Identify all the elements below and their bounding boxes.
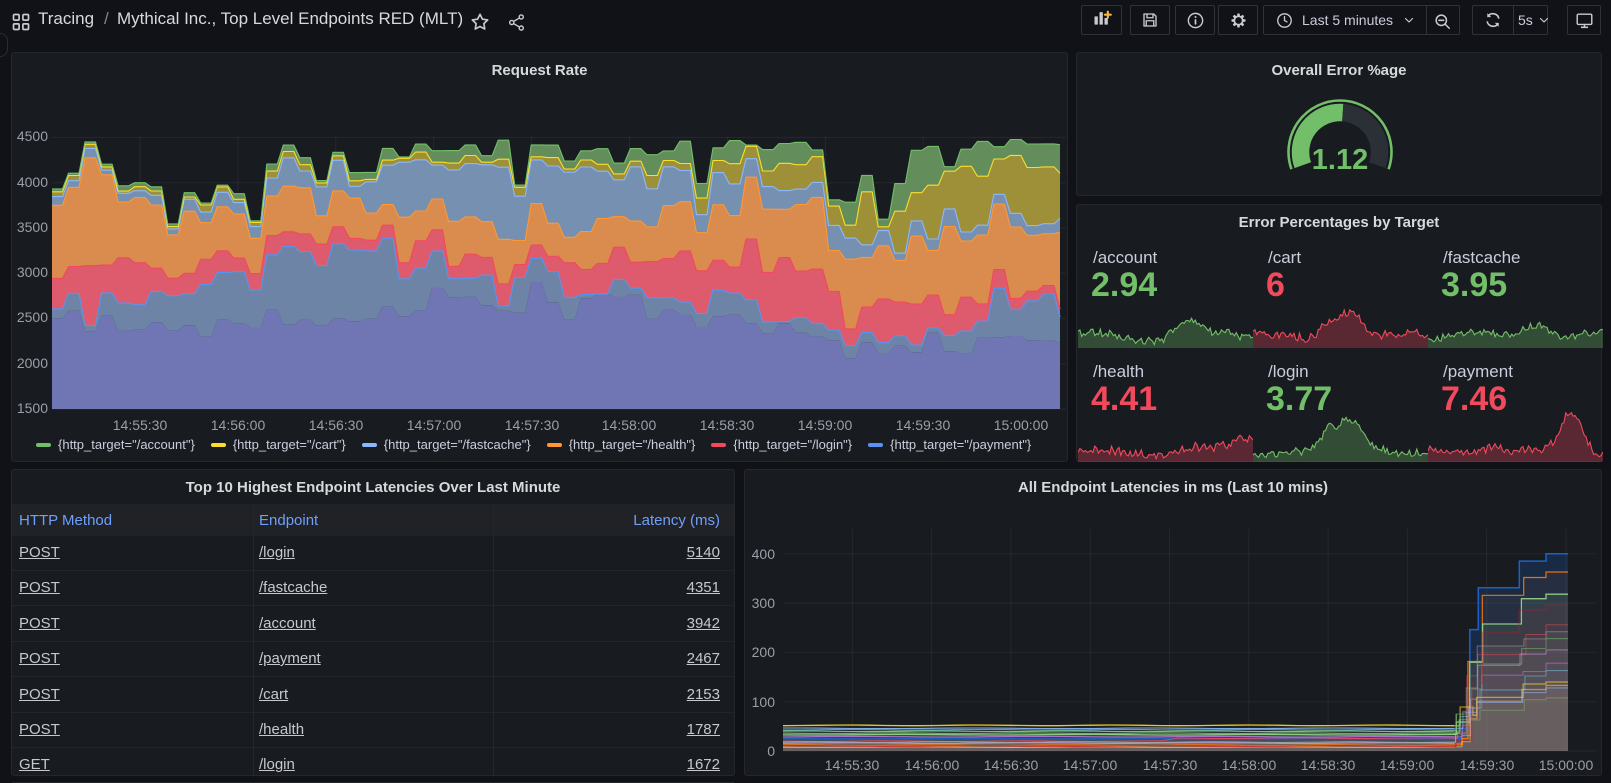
svg-text:1.12: 1.12 [1312,144,1368,176]
